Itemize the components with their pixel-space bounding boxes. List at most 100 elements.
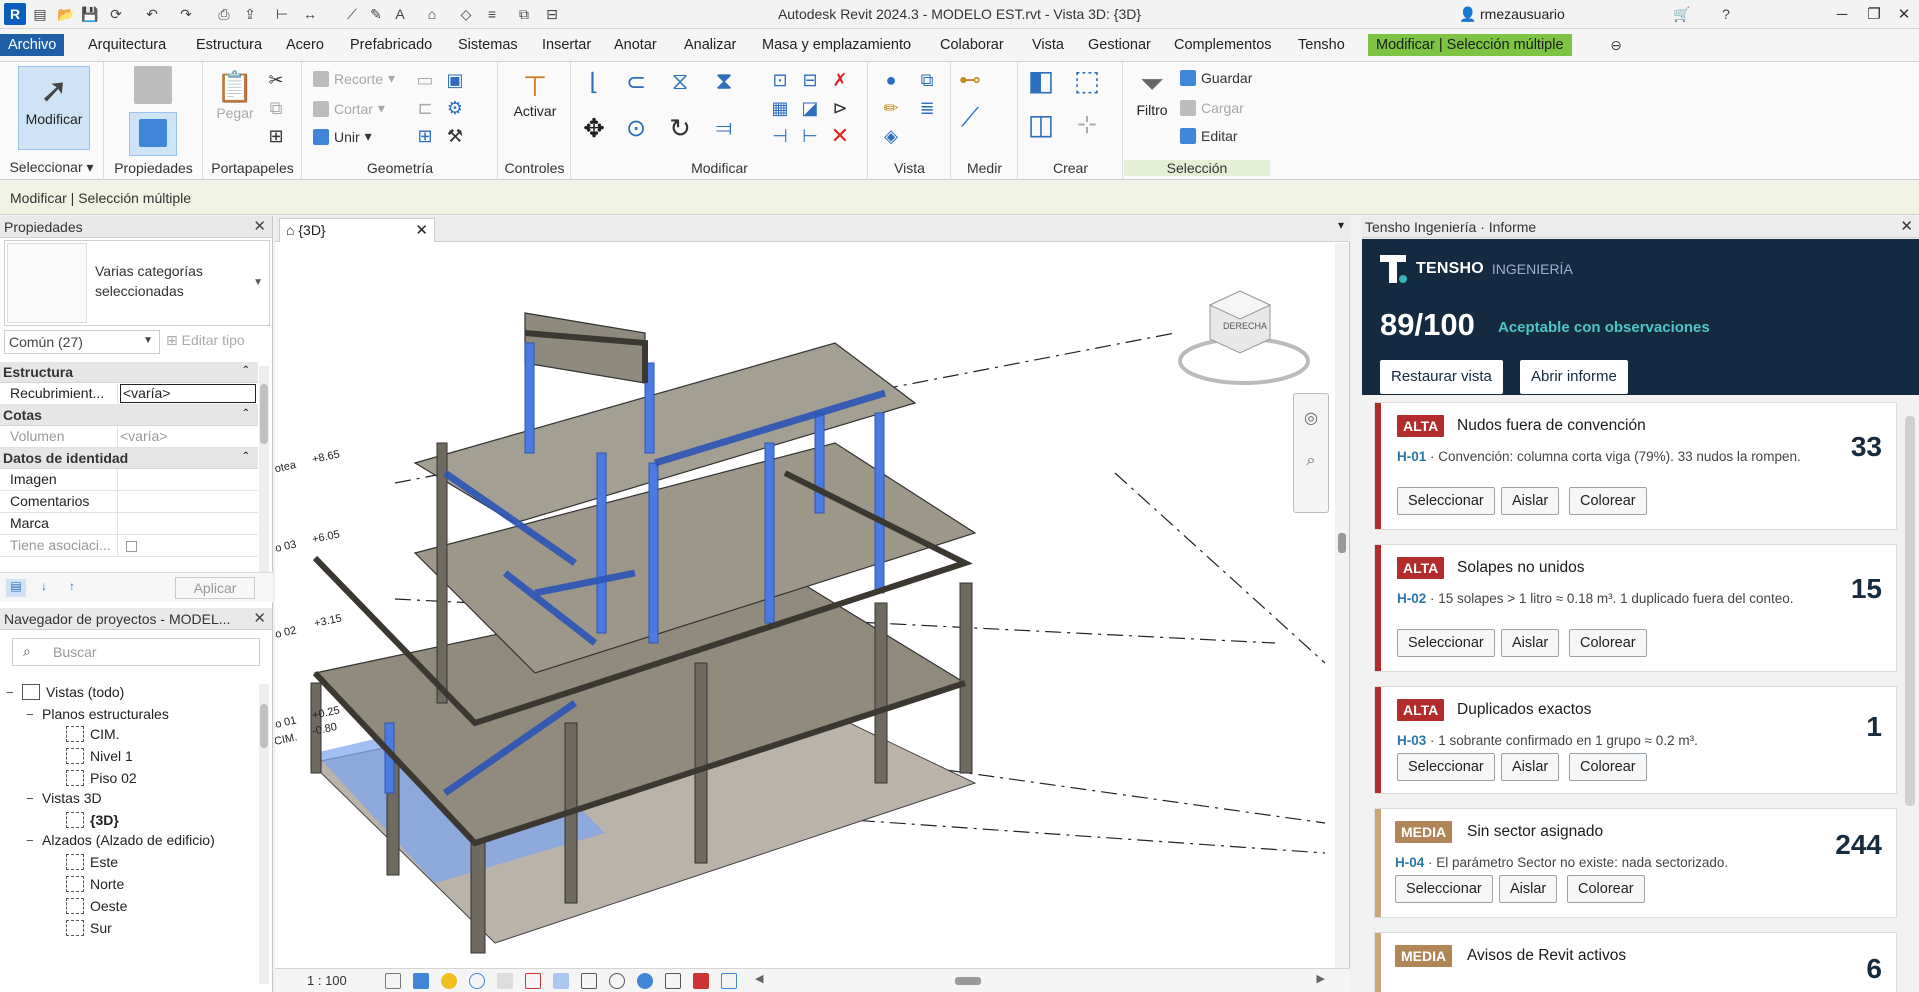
browser-search-input[interactable]: ⌕ Buscar [12, 638, 260, 666]
pegar-button[interactable]: 📋 Pegar [210, 70, 260, 140]
move-icon[interactable]: ✥ [582, 113, 606, 143]
demolish-icon[interactable]: ⚙ [443, 96, 467, 120]
print-icon[interactable]: ⎙ [214, 5, 234, 23]
tab-estructura[interactable]: Estructura [190, 35, 268, 57]
minimize-button[interactable]: ─ [1824, 3, 1860, 25]
section-icon[interactable]: ◇ [456, 5, 476, 23]
line-icon[interactable]: ⟋ [342, 5, 362, 23]
edit-type-button[interactable]: ⊞ Editar tipo [166, 332, 245, 349]
tab-masa[interactable]: Masa y emplazamiento [756, 35, 917, 57]
tree-sur[interactable]: Sur [66, 920, 112, 936]
marca-value[interactable] [118, 513, 258, 534]
reveal-hidden-icon[interactable] [637, 973, 653, 989]
tab-gestionar[interactable]: Gestionar [1082, 35, 1157, 57]
create-parts-icon[interactable]: ⬚ [1074, 65, 1100, 96]
tensho-scrollbar[interactable] [1903, 402, 1917, 992]
tab-colaborar[interactable]: Colaborar [934, 35, 1010, 57]
crop-view-icon[interactable] [525, 973, 541, 989]
recubrimiento-value[interactable]: <varía> [120, 384, 256, 403]
editar-button[interactable]: Editar [1180, 128, 1238, 144]
cortar-button[interactable]: Cortar ▾ [313, 100, 385, 117]
unpin-icon[interactable]: ✗ [828, 68, 852, 92]
linework-icon[interactable]: ✏ [879, 96, 903, 120]
split-face-icon[interactable]: ▭ [413, 68, 437, 92]
copy-element-icon[interactable]: ⊙ [624, 115, 648, 142]
measure-icon[interactable]: ⊢ [272, 5, 292, 23]
steering-wheel-icon[interactable]: ◎ [1294, 408, 1328, 428]
group-cotas[interactable]: Cotas ⌃ [0, 405, 258, 426]
sun-path-icon[interactable] [441, 973, 457, 989]
text-icon[interactable]: A [390, 5, 410, 23]
export-icon[interactable]: ⇪ [240, 5, 260, 23]
rotate-icon[interactable]: ↻ [668, 113, 692, 143]
visual-style-icon[interactable] [413, 973, 429, 989]
temporary-hide-icon[interactable]: ◈ [879, 124, 903, 148]
colorear-button[interactable]: Colorear [1569, 753, 1647, 781]
tiene-checkbox[interactable] [118, 535, 258, 556]
category-filter-dropdown[interactable]: Común (27) ▼ [4, 330, 160, 354]
tree-alzados[interactable]: − Alzados (Alzado de edificio) [26, 832, 215, 848]
scale-icon[interactable]: ◪ [798, 96, 822, 120]
show-crop-icon[interactable] [553, 973, 569, 989]
hammer-icon[interactable]: ⚒ [443, 124, 467, 148]
undo-icon[interactable]: ↶ [142, 5, 162, 23]
split-icon[interactable]: ⊡ [768, 68, 792, 92]
cargar-button[interactable]: Cargar [1180, 100, 1244, 116]
aislar-button[interactable]: Aislar [1501, 629, 1560, 657]
split-gap-icon[interactable]: ⊟ [798, 68, 822, 92]
tab-insertar[interactable]: Insertar [536, 35, 597, 57]
tree-oeste[interactable]: Oeste [66, 898, 127, 914]
type-properties-button[interactable] [129, 66, 177, 110]
wall-joins-icon[interactable]: ⊏ [413, 96, 437, 120]
mirror-axis-icon[interactable]: ⧖ [668, 68, 692, 95]
cart-icon[interactable]: 🛒 [1672, 5, 1692, 23]
match-type-icon[interactable]: ⊞ [264, 124, 288, 148]
paint-icon[interactable]: ▣ [443, 68, 467, 92]
hide-icon[interactable]: ⧉ [915, 68, 939, 92]
create-similar-icon[interactable]: ⊹ [1075, 111, 1099, 138]
aislar-button[interactable]: Aislar [1501, 487, 1560, 515]
tree-planos[interactable]: − Planos estructurales [26, 706, 169, 722]
redo-icon[interactable]: ↷ [176, 5, 196, 23]
sort-desc-icon[interactable]: ↑ [62, 579, 82, 597]
group-estructura[interactable]: Estructura ⌃ [0, 362, 258, 383]
measure-distance-icon[interactable]: ⊷ [958, 67, 982, 92]
tab-acero[interactable]: Acero [280, 35, 330, 57]
cut-icon[interactable]: ✂ [264, 68, 288, 92]
tree-vistas3d[interactable]: − Vistas 3D [26, 790, 102, 806]
tab-menu-icon[interactable]: ▾ [1338, 218, 1344, 232]
tab-arquitectura[interactable]: Arquitectura [82, 35, 172, 57]
dimension-icon[interactable]: ↔ [300, 5, 320, 23]
aislar-button[interactable]: Aislar [1501, 753, 1560, 781]
array-icon[interactable]: ▦ [768, 96, 792, 120]
close-icon[interactable]: ✕ [415, 221, 428, 239]
modificar-button[interactable]: ➚ Modificar [18, 66, 90, 150]
seleccionar-dropdown[interactable]: Seleccionar ▾ [0, 159, 103, 176]
pin-icon[interactable]: ⊳ [828, 96, 852, 120]
worksharing-icon[interactable] [693, 973, 709, 989]
recorte-button[interactable]: Recorte ▾ [313, 70, 395, 87]
temp-view-props-icon[interactable] [665, 973, 681, 989]
seleccionar-button[interactable]: Seleccionar [1397, 753, 1495, 781]
tab-prefabricado[interactable]: Prefabricado [344, 35, 438, 57]
align-icon[interactable]: ⌊ [582, 69, 606, 96]
tree-3d[interactable]: {3D} [66, 812, 119, 828]
view-tab-3d[interactable]: ⌂ {3D} ✕ [279, 218, 435, 242]
tab-archivo[interactable]: Archivo [0, 34, 65, 56]
close-window-button[interactable]: ✕ [1886, 3, 1919, 25]
filtro-button[interactable]: ⏷ Filtro [1130, 68, 1174, 140]
colorear-button[interactable]: Colorear [1569, 629, 1647, 657]
colorear-button[interactable]: Colorear [1569, 487, 1647, 515]
view-scale[interactable]: 1 : 100 [307, 973, 347, 988]
tab-analizar[interactable]: Analizar [678, 35, 742, 57]
type-selector[interactable]: Varias categorías seleccionadas ▼ [4, 240, 270, 326]
restaurar-vista-button[interactable]: Restaurar vista [1380, 360, 1503, 394]
unir-button[interactable]: Unir ▾ [313, 128, 372, 145]
offset-icon[interactable]: ⊂ [624, 69, 648, 96]
tree-nivel1[interactable]: Nivel 1 [66, 748, 133, 764]
mirror-draw-icon[interactable]: ⧗ [712, 68, 736, 95]
seleccionar-button[interactable]: Seleccionar [1397, 629, 1495, 657]
properties-scrollbar[interactable] [259, 366, 269, 572]
view-filter-icon[interactable]: ≣ [915, 96, 939, 120]
browser-scrollbar[interactable] [259, 684, 269, 984]
